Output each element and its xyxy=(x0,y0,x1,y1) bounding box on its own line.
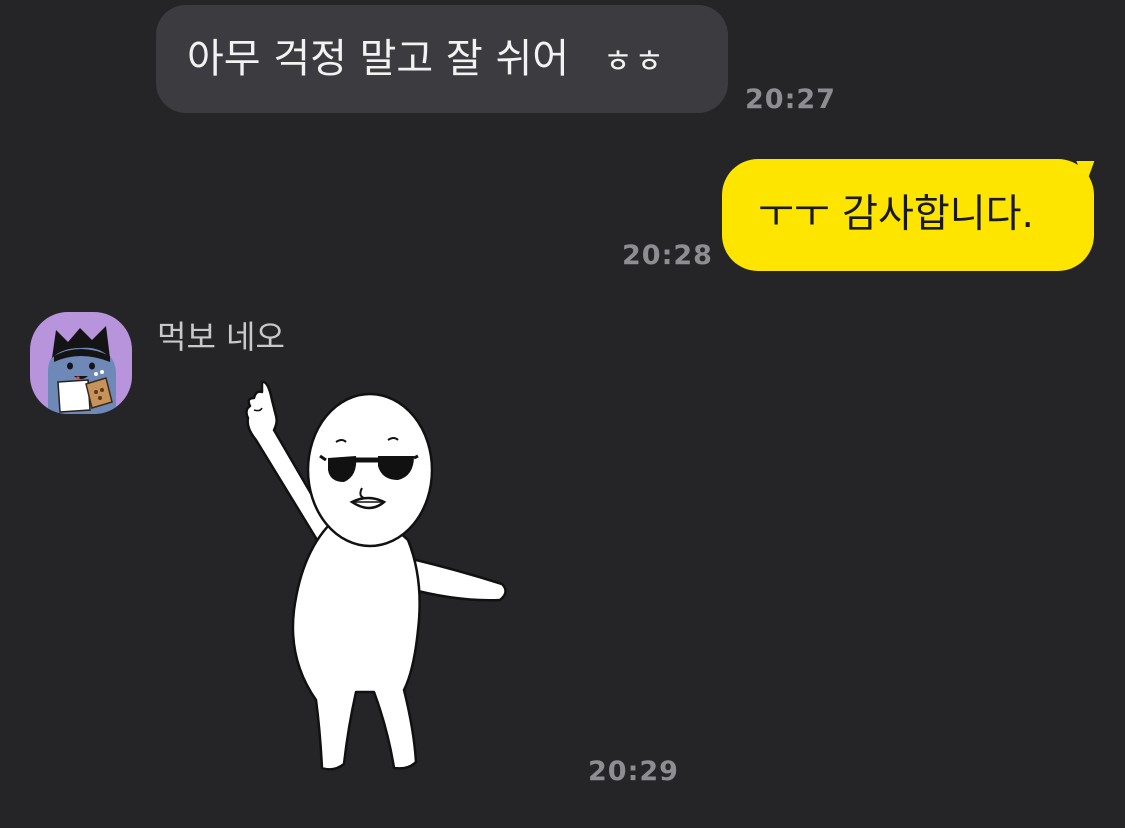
avatar[interactable] xyxy=(30,312,132,414)
sunglasses-pointing-up-sticker-icon xyxy=(245,380,507,771)
message-timestamp: 20:28 xyxy=(622,240,713,271)
message-text: 아무 걱정 말고 잘 쉬어 xyxy=(187,36,570,82)
outgoing-message-bubble[interactable]: ㅜㅜ 감사합니다. xyxy=(722,159,1104,271)
neo-cat-eating-avatar-icon xyxy=(48,326,116,414)
chat-view: 아무 걱정 말고 잘 쉬어 ㅎㅎ 20:27 20:28 ㅜㅜ 감사합니다. 먹… xyxy=(0,0,1125,828)
message-text: ㅜㅜ 감사합니다. xyxy=(758,192,1034,237)
message-timestamp: 20:27 xyxy=(745,84,836,115)
message-timestamp: 20:29 xyxy=(588,756,679,787)
sender-name: 먹보 네오 xyxy=(157,318,285,356)
incoming-message-bubble[interactable]: 아무 걱정 말고 잘 쉬어 ㅎㅎ xyxy=(156,5,728,113)
sticker-message[interactable] xyxy=(238,370,518,780)
outgoing-bubble-body: ㅜㅜ 감사합니다. xyxy=(722,159,1094,271)
message-suffix: ㅎㅎ xyxy=(603,42,666,80)
